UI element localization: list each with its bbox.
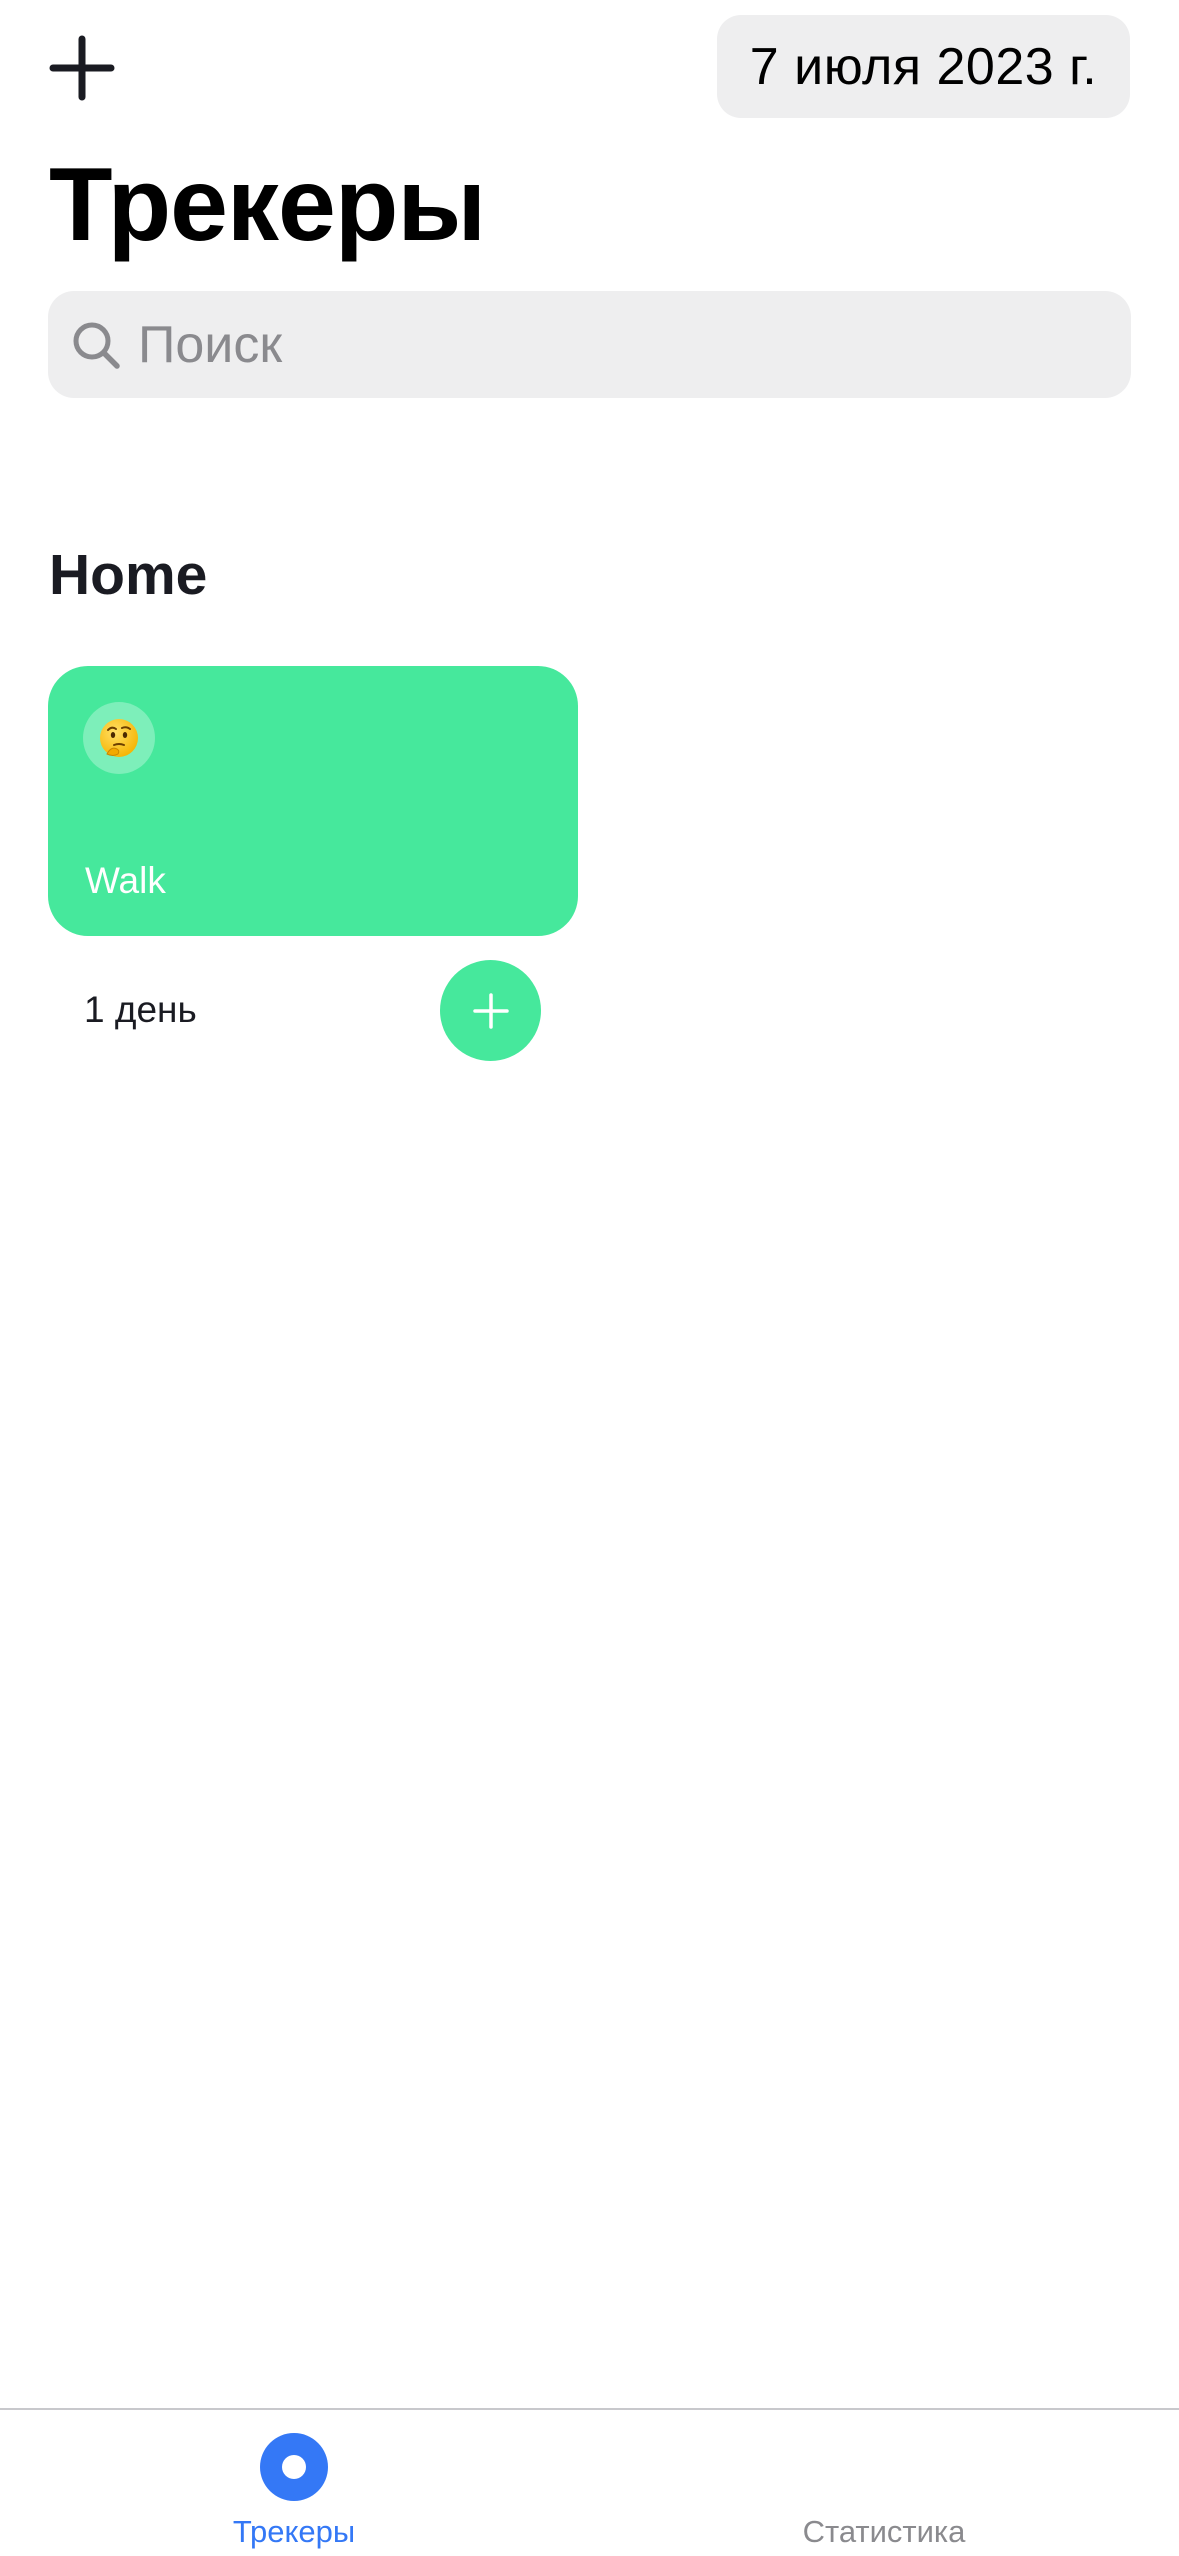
tracker-day-count: 1 день <box>84 989 197 1030</box>
thinking-face-icon <box>100 719 138 757</box>
tracker-card[interactable]: 🤔 Walk <box>48 666 578 936</box>
plus-icon <box>472 992 509 1029</box>
tab-trackers-label: Трекеры <box>232 2514 356 2549</box>
tab-statistics-label: Статистика <box>802 2514 966 2549</box>
date-picker[interactable]: 7 июля 2023 г. <box>717 15 1130 118</box>
tab-trackers[interactable]: Трекеры <box>94 2410 494 2556</box>
search-input[interactable] <box>138 304 1098 385</box>
date-label: 7 июля 2023 г. <box>749 37 1098 96</box>
add-tracker-button[interactable] <box>44 30 120 106</box>
tracker-name: Walk <box>85 860 166 901</box>
complete-tracker-button[interactable] <box>440 960 541 1061</box>
page-title: Трекеры <box>49 147 486 263</box>
tab-statistics[interactable]: Статистика <box>684 2410 1084 2556</box>
plus-icon <box>49 35 115 101</box>
tracker-emoji-badge: 🤔 <box>83 702 155 774</box>
search-field[interactable] <box>48 291 1131 398</box>
tracker-ring-icon <box>260 2433 328 2501</box>
search-icon <box>70 319 122 371</box>
category-title: Home <box>49 543 208 607</box>
trackers-screen: 7 июля 2023 г. Трекеры Home <box>0 0 1179 2556</box>
tab-bar: Трекеры Статистика <box>0 2408 1179 2556</box>
